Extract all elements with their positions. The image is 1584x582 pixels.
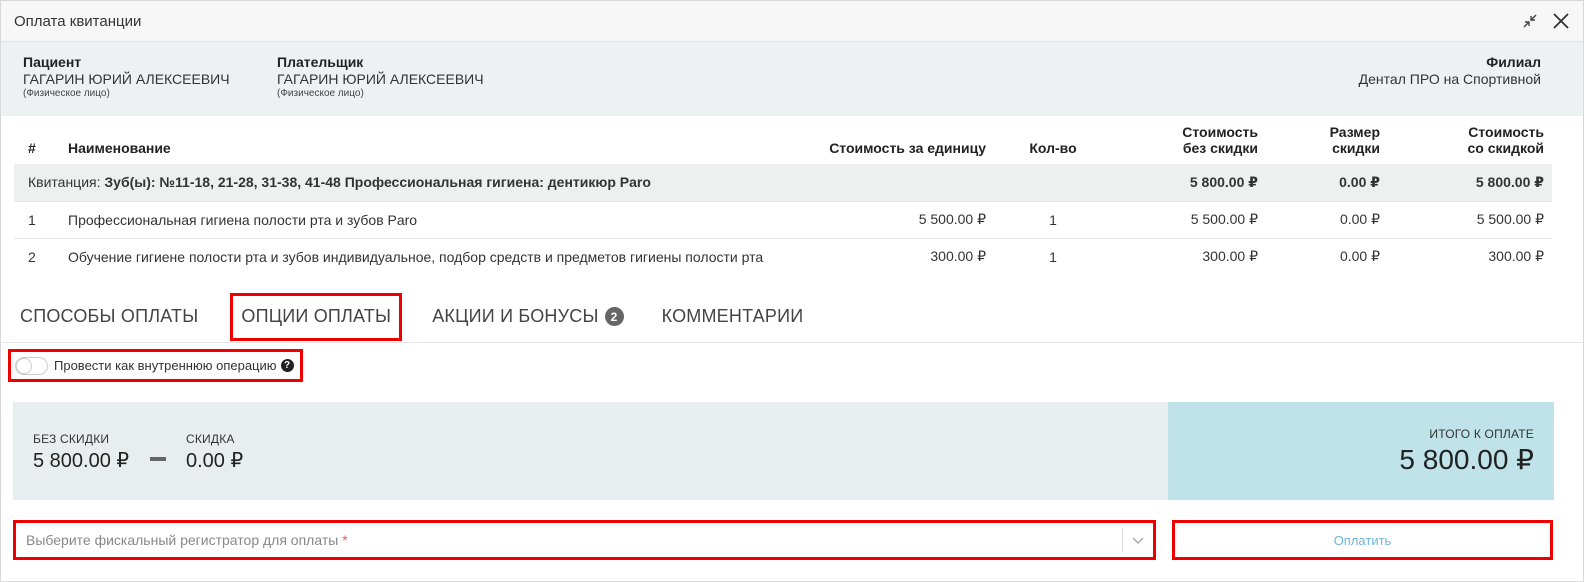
tab-bar: СПОСОБЫ ОПЛАТЫ ОПЦИИ ОПЛАТЫ АКЦИИ И БОНУ… [1,291,1583,343]
col-discount: Размер скидки [1329,124,1380,156]
internal-operation-switch[interactable] [15,356,48,375]
discount-value: 0.00 ₽ [186,450,244,472]
minus-icon [150,457,166,461]
fiscal-register-placeholder: Выберите фискальный регистратор для опла… [26,532,348,548]
no-discount-label: БЕЗ СКИДКИ [33,432,110,446]
receipt-discount: 0.00 ₽ [1258,164,1380,202]
discount-block: СКИДКА 0.00 ₽ [186,432,243,473]
total-value: 5 800.00 ₽ [1399,444,1534,475]
patient-label: Пациент [23,54,82,70]
table-header: # Наименование Стоимость за единицу Кол-… [14,124,1552,164]
tab-promos-bonuses[interactable]: АКЦИИ И БОНУСЫ 2 [413,291,642,343]
tab-comments[interactable]: КОММЕНТАРИИ [643,291,823,343]
payment-dialog: Оплата квитанции Пациент ГАГАРИН ЮРИЙ АЛ… [0,0,1584,582]
branch-name: Дентал ПРО на Спортивной [1358,71,1541,87]
tab-payment-options[interactable]: ОПЦИИ ОПЛАТЫ [230,292,403,341]
question-circle-icon[interactable]: ? [280,359,294,372]
col-no-discount: Стоимость без скидки [1182,124,1258,156]
fiscal-register-select[interactable]: Выберите фискальный регистратор для опла… [13,520,1156,560]
tab-payment-methods[interactable]: СПОСОБЫ ОПЛАТЫ [1,291,217,343]
payer-block: Плательщик ГАГАРИН ЮРИЙ АЛЕКСЕЕВИЧ (Физи… [277,54,531,116]
switch-knob [16,357,32,374]
dialog-title: Оплата квитанции [14,12,142,30]
col-total: Стоимость со скидкой [1467,124,1545,156]
discount-label: СКИДКА [186,432,235,446]
total-block: ИТОГО К ОПЛАТЕ 5 800.00 ₽ [1168,402,1554,500]
patient-block: Пациент ГАГАРИН ЮРИЙ АЛЕКСЕЕВИЧ (Физичес… [23,54,277,116]
table-row: 1 Профессиональная гигиена полости рта и… [14,201,1552,239]
table-row: 2 Обучение гигиене полости рта и зубов и… [28,248,1544,265]
internal-operation-toggle-row: Провести как внутреннюю операцию ? [8,349,303,382]
payer-label: Плательщик [277,54,364,70]
receipt-prefix: Квитанция: [28,174,101,191]
branch-label: Филиал [1486,54,1541,70]
patient-name: ГАГАРИН ЮРИЙ АЛЕКСЕЕВИЧ [23,71,230,87]
close-icon[interactable] [1552,12,1570,30]
col-name: Наименование [68,140,171,156]
payer-name: ГАГАРИН ЮРИЙ АЛЕКСЕЕВИЧ [277,71,484,87]
services-table: # Наименование Стоимость за единицу Кол-… [14,124,1552,275]
dialog-titlebar: Оплата квитанции [1,1,1583,42]
receipt-title: Зуб(ы): №11-18, 21-28, 31-38, 41-48 Проф… [104,174,651,191]
branch-block: Филиал Дентал ПРО на Спортивной [1359,54,1541,88]
payer-type: (Физическое лицо) [277,88,364,99]
no-discount-block: БЕЗ СКИДКИ 5 800.00 ₽ [33,432,129,473]
chevron-down-icon[interactable] [1123,535,1153,545]
pay-button[interactable]: Оплатить [1172,520,1553,560]
col-num: # [28,140,36,156]
payment-summary: БЕЗ СКИДКИ 5 800.00 ₽ СКИДКА 0.00 ₽ ИТОГ… [13,402,1554,500]
receipt-total: 5 800.00 ₽ [1380,164,1552,202]
required-mark: * [342,532,348,548]
receipt-no-discount: 5 800.00 ₽ [1094,164,1258,202]
internal-operation-label: Провести как внутреннюю операцию [54,358,277,373]
total-label: ИТОГО К ОПЛАТЕ [1429,427,1534,441]
col-unit-price: Стоимость за единицу [829,140,986,156]
promos-count-badge: 2 [604,307,624,326]
receipt-row: Квитанция: Зуб(ы): №11-18, 21-28, 31-38,… [14,164,1552,202]
collapse-arrows-icon[interactable] [1522,13,1538,29]
patient-type: (Физическое лицо) [23,88,110,99]
parties-info: Пациент ГАГАРИН ЮРИЙ АЛЕКСЕЕВИЧ (Физичес… [1,42,1583,116]
no-discount-value: 5 800.00 ₽ [33,450,130,472]
col-qty: Кол-во [1029,140,1077,156]
